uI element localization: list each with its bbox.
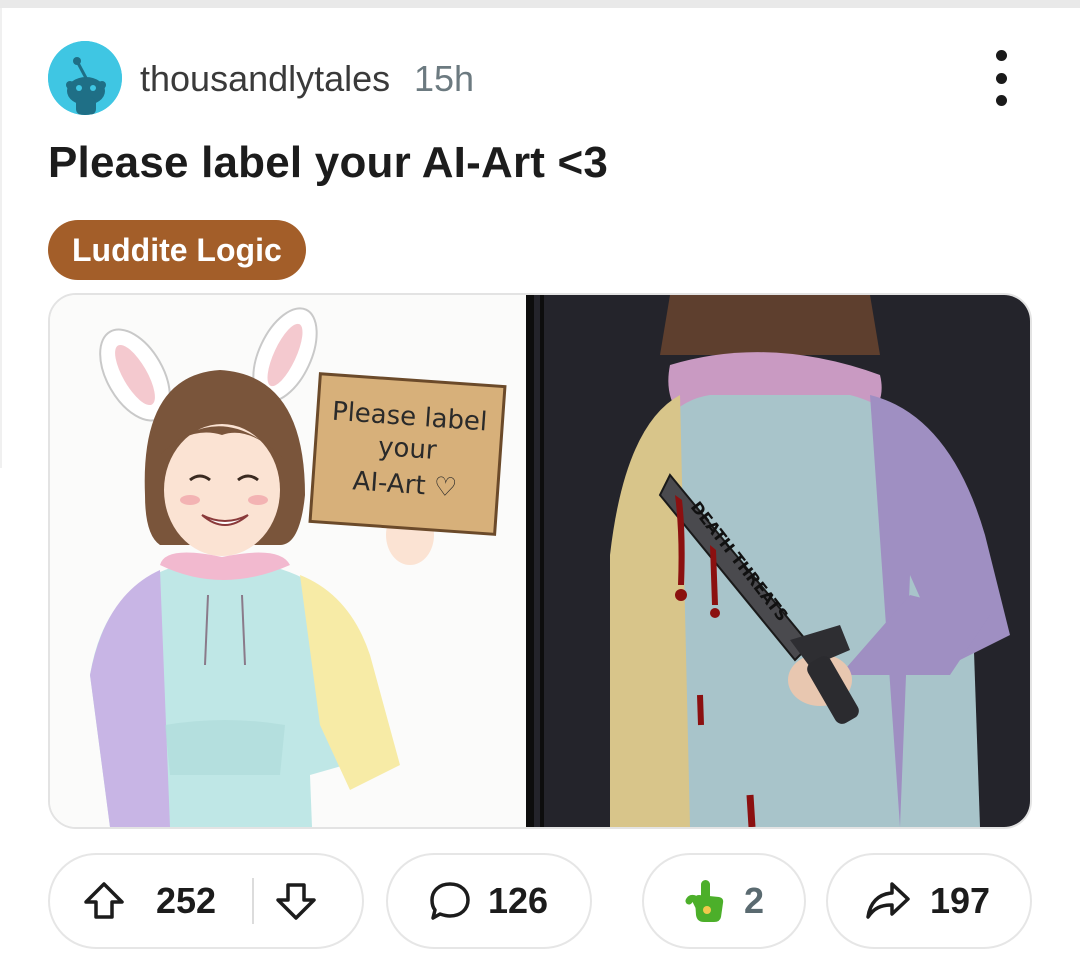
username[interactable]: thousandlytales [140,58,390,100]
user-avatar[interactable] [48,41,122,115]
comment-count: 126 [488,880,549,921]
left-gutter [0,8,2,468]
vote-pill: 252 [48,853,364,949]
sign-line-2: your [377,432,438,466]
post-flair[interactable]: Luddite Logic [48,220,306,280]
arrow-up-icon[interactable] [74,879,134,923]
post-time: 15h [414,58,475,99]
arrow-down-icon[interactable] [266,879,326,923]
comment-button[interactable]: 126 [386,853,592,949]
share-arrow-icon [860,879,916,923]
reddit-alien-icon [48,41,122,115]
dot [995,72,1007,84]
dot [995,95,1007,106]
top-divider [0,0,1080,8]
upvote-count: 252 [156,880,217,921]
more-vertical-icon[interactable] [986,50,1016,106]
post-image[interactable]: Please label your AI-Art ♡ DEATH THREATS [48,293,1032,829]
speech-bubble-icon [422,879,478,923]
vote-divider [252,878,255,924]
hand-pointer-award-icon [682,877,732,925]
meme-illustration: Please label your AI-Art ♡ DEATH THREATS [50,295,1030,827]
dot [995,50,1007,61]
post-title[interactable]: Please label your AI-Art <3 [48,138,608,188]
award-button[interactable]: 2 [642,853,806,949]
award-count: 2 [744,880,765,921]
share-count: 197 [930,880,991,921]
share-button[interactable]: 197 [826,853,1032,949]
